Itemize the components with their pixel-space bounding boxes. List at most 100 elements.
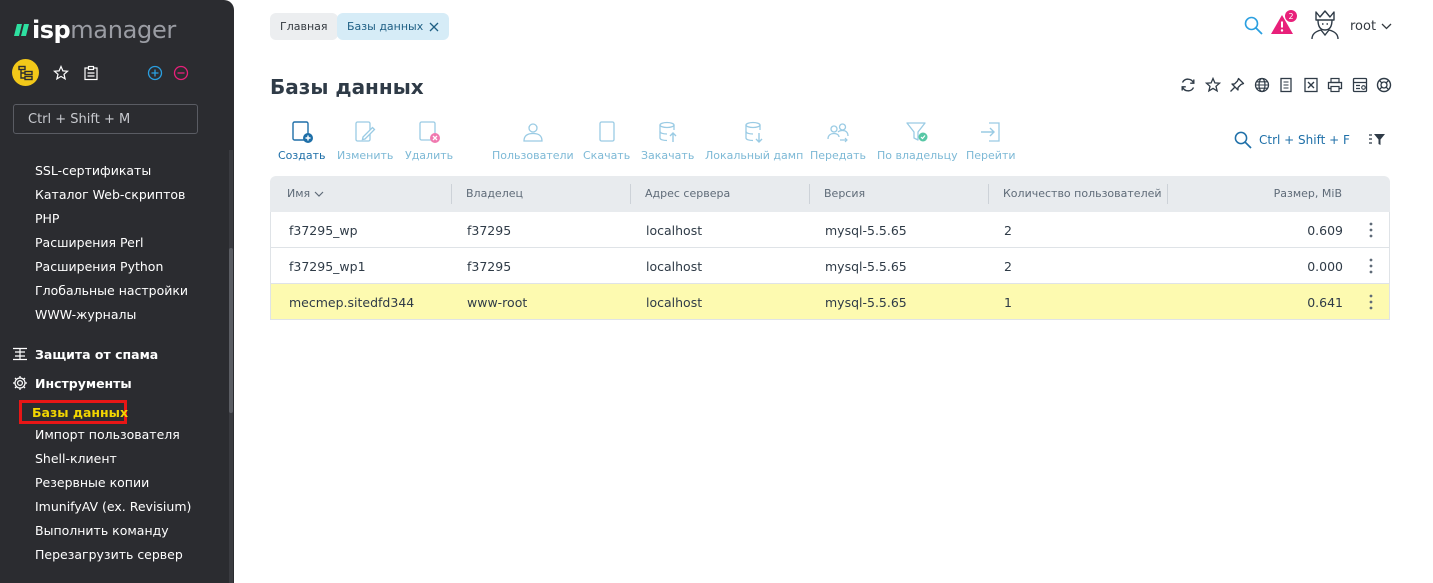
- sidebar-item-backups[interactable]: Резервные копии: [35, 475, 149, 490]
- users-label: Пользователи: [492, 149, 574, 162]
- refresh-icon[interactable]: [1180, 77, 1196, 93]
- table-search-button[interactable]: Ctrl + Shift + F: [1234, 131, 1350, 149]
- user-avatar-icon[interactable]: [1309, 8, 1341, 40]
- gear-icon: [13, 376, 27, 390]
- filter-by-owner-button[interactable]: По владельцу: [877, 120, 958, 162]
- breadcrumb-home-label: Главная: [280, 20, 328, 33]
- column-header-version[interactable]: Версия: [824, 187, 865, 200]
- filter-by-owner-label: По владельцу: [877, 149, 958, 162]
- sidebar-item-ssl[interactable]: SSL-сертификаты: [35, 163, 151, 178]
- row-menu-kebab-icon[interactable]: [1369, 294, 1373, 310]
- local-dump-button[interactable]: Локальный дамп: [705, 120, 803, 162]
- table-row-selected[interactable]: mecmep.sitedfd344 www-root localhost mys…: [270, 284, 1390, 320]
- sidebar-item-php[interactable]: PHP: [35, 211, 59, 226]
- delete-button[interactable]: Удалить: [405, 120, 453, 162]
- download-icon: [598, 121, 615, 142]
- sidebar-item-perl[interactable]: Расширения Perl: [35, 235, 143, 250]
- print-icon[interactable]: [1327, 77, 1343, 93]
- sidebar-section-spam[interactable]: Защита от спама: [12, 346, 158, 362]
- databases-table: Имя Владелец Адрес сервера Версия Количе…: [270, 176, 1390, 320]
- breadcrumb-home-tab[interactable]: Главная: [270, 13, 338, 40]
- upload-button[interactable]: Закачать: [641, 120, 694, 162]
- sidebar-item-shell[interactable]: Shell-клиент: [35, 451, 117, 466]
- download-button[interactable]: Скачать: [583, 120, 630, 162]
- excel-export-icon[interactable]: [1303, 77, 1319, 93]
- sidebar-item-global-settings[interactable]: Глобальные настройки: [35, 283, 188, 298]
- pin-icon[interactable]: [1229, 77, 1245, 93]
- column-separator[interactable]: [988, 184, 989, 204]
- goto-label: Перейти: [966, 149, 1016, 162]
- table-settings-icon[interactable]: [1352, 77, 1368, 93]
- table-row[interactable]: f37295_wp1 f37295 localhost mysql-5.5.65…: [270, 248, 1390, 284]
- column-separator[interactable]: [809, 184, 810, 204]
- column-separator[interactable]: [1167, 184, 1168, 204]
- filter-owner-icon: [906, 122, 928, 142]
- menu-search-input[interactable]: [13, 104, 198, 134]
- goto-button[interactable]: Перейти: [966, 120, 1016, 162]
- sidebar-section-tools[interactable]: Инструменты: [12, 375, 132, 391]
- cell-users: 2: [1004, 259, 1012, 274]
- column-header-size[interactable]: Размер, MiB: [1274, 187, 1342, 200]
- delete-label: Удалить: [405, 149, 454, 162]
- column-header-server[interactable]: Адрес сервера: [645, 187, 730, 200]
- search-icon: [1234, 131, 1252, 149]
- collapse-all-icon[interactable]: [173, 65, 189, 81]
- sidebar-item-reboot[interactable]: Перезагрузить сервер: [35, 547, 183, 562]
- logo-text-manager: manager: [70, 16, 176, 44]
- filter-icon[interactable]: [1369, 133, 1385, 147]
- cell-server: localhost: [646, 259, 703, 274]
- page-title: Базы данных: [270, 75, 424, 99]
- sidebar-item-imunify[interactable]: ImunifyAV (ex. Revisium): [35, 499, 191, 514]
- sidebar-item-databases[interactable]: Базы данных: [19, 400, 128, 424]
- star-icon[interactable]: [53, 64, 69, 81]
- cell-name: f37295_wp: [289, 223, 358, 238]
- app-logo[interactable]: isp manager: [14, 16, 176, 44]
- globe-icon[interactable]: [1254, 77, 1270, 93]
- cell-version: mysql-5.5.65: [825, 223, 907, 238]
- enter-arrow-icon: [980, 122, 1000, 142]
- transfer-button[interactable]: Передать: [810, 120, 866, 162]
- edit-button[interactable]: Изменить: [337, 120, 393, 162]
- sidebar-scrollbar-thumb[interactable]: [229, 248, 233, 413]
- column-separator[interactable]: [630, 184, 631, 204]
- page-tools: [1180, 77, 1401, 93]
- close-icon[interactable]: [429, 22, 439, 32]
- global-search-icon[interactable]: [1244, 16, 1263, 35]
- cell-version: mysql-5.5.65: [825, 259, 907, 274]
- sidebar-item-www-logs[interactable]: WWW-журналы: [35, 307, 136, 322]
- breadcrumb-databases-tab[interactable]: Базы данных: [337, 13, 450, 40]
- sidebar-section-tools-label: Инструменты: [35, 375, 132, 391]
- row-menu-kebab-icon[interactable]: [1369, 258, 1373, 274]
- expand-all-icon[interactable]: [147, 65, 163, 81]
- clipboard-icon[interactable]: [83, 65, 99, 81]
- sidebar-item-python[interactable]: Расширения Python: [35, 259, 163, 274]
- tree-icon: [17, 65, 33, 80]
- cell-server: localhost: [646, 223, 703, 238]
- sidebar-item-run-command[interactable]: Выполнить команду: [35, 523, 169, 538]
- sidebar-item-import-user[interactable]: Импорт пользователя: [35, 427, 180, 442]
- local-dump-label: Локальный дамп: [705, 149, 804, 162]
- create-button[interactable]: Создать: [278, 120, 326, 162]
- sidebar-item-web-scripts[interactable]: Каталог Web-скриптов: [35, 187, 185, 202]
- users-button[interactable]: Пользователи: [492, 120, 574, 162]
- user-menu[interactable]: root: [1350, 19, 1392, 34]
- help-lifebuoy-icon[interactable]: [1376, 77, 1392, 93]
- row-menu-kebab-icon[interactable]: [1369, 222, 1373, 238]
- upload-label: Закачать: [641, 149, 695, 162]
- column-header-owner[interactable]: Владелец: [466, 187, 523, 200]
- table-row[interactable]: f37295_wp f37295 localhost mysql-5.5.65 …: [270, 212, 1390, 248]
- user-name: root: [1350, 19, 1377, 34]
- cell-size: 0.641: [1307, 295, 1343, 310]
- menu-tree-button[interactable]: [12, 59, 39, 86]
- users-icon: [523, 123, 543, 142]
- document-export-icon[interactable]: [1278, 77, 1294, 93]
- chevron-down-icon: [1381, 23, 1392, 30]
- column-separator[interactable]: [451, 184, 452, 204]
- favorite-star-icon[interactable]: [1204, 77, 1221, 93]
- create-db-icon: [292, 121, 313, 143]
- table-search-shortcut: Ctrl + Shift + F: [1259, 133, 1350, 147]
- column-header-users[interactable]: Количество пользователей: [1003, 187, 1162, 200]
- edit-pencil-icon: [355, 121, 376, 142]
- download-label: Скачать: [583, 149, 631, 162]
- column-header-name[interactable]: Имя: [287, 187, 324, 200]
